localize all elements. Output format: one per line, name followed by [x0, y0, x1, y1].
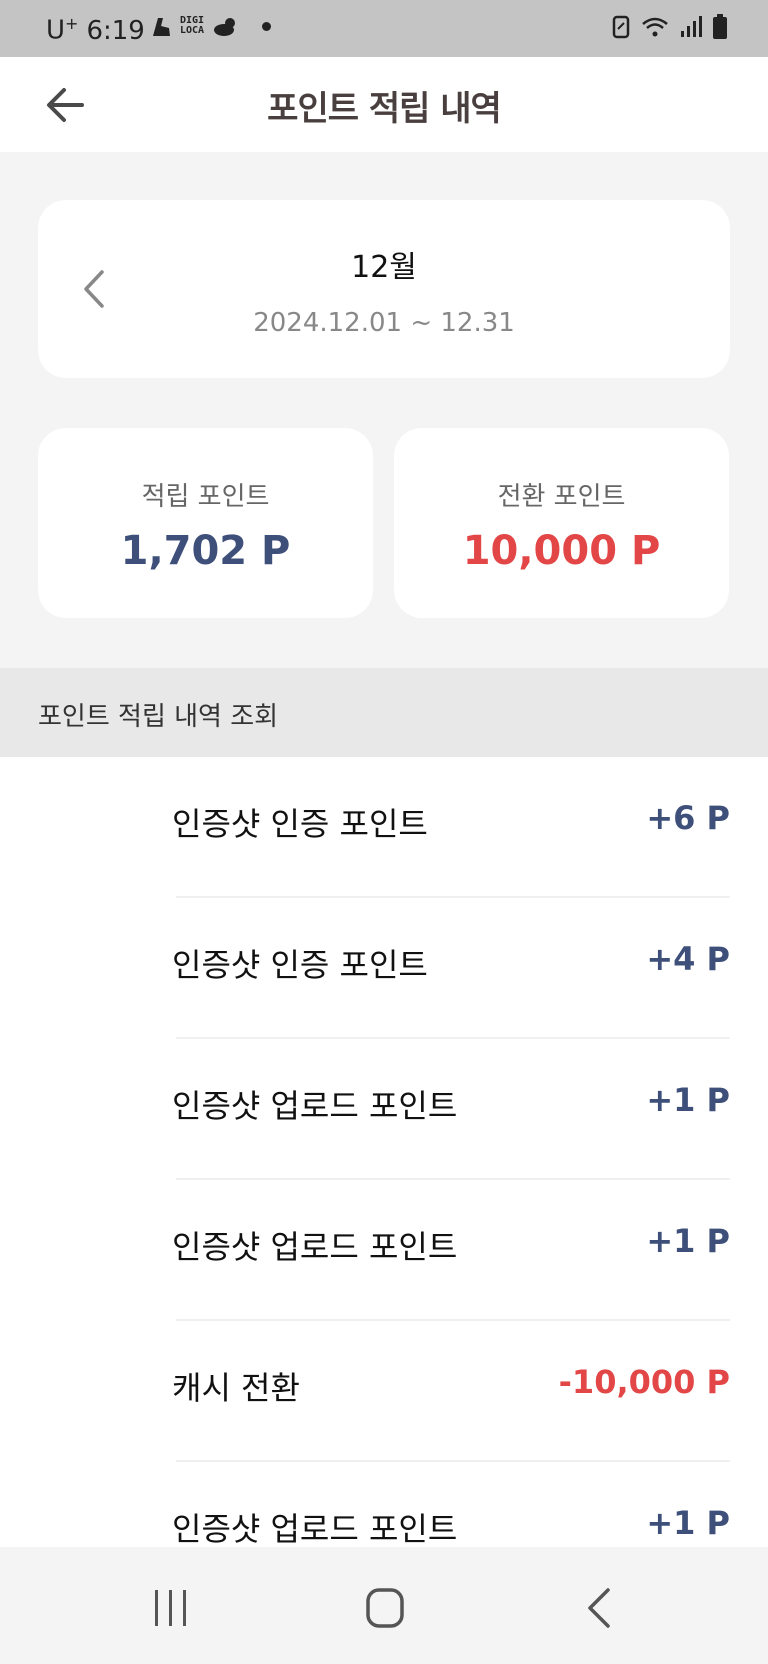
item-label: 캐시 전환 [172, 1369, 300, 1407]
system-nav-bar [0, 1547, 768, 1664]
signal-icon [681, 16, 702, 37]
shoe-icon [153, 18, 170, 36]
clock: 6:19 [86, 15, 145, 46]
status-bar: U+ 6:19 DIGI LOCA [0, 0, 768, 57]
earned-points-card: 적립 포인트 1,702 P [38, 428, 373, 618]
item-label: 인증샷 업로드 포인트 [172, 1087, 458, 1125]
back-icon [588, 1588, 610, 1628]
month-selector-card: 12월 2024.12.01 ~ 12.31 [38, 200, 730, 378]
carrier-label: U [46, 15, 66, 46]
list-item[interactable]: 인증샷 업로드 포인트 +1 P [0, 1039, 768, 1180]
item-amount: +4 P [646, 940, 730, 978]
carrier-plus: + [65, 14, 79, 33]
date-range: 2024.12.01 ~ 12.31 [253, 308, 515, 338]
notification-icons: DIGI LOCA [150, 14, 272, 38]
section-title: 포인트 적립 내역 조회 [38, 702, 279, 732]
system-icons [612, 14, 728, 40]
list-item[interactable]: 인증샷 업로드 포인트 +1 P [0, 1180, 768, 1321]
item-amount: +6 P [646, 799, 730, 837]
carrier-time: U+ 6:19 [46, 14, 145, 46]
converted-points-value: 10,000 P [462, 528, 661, 574]
digi-loca-badge: DIGI LOCA [180, 16, 204, 36]
history-list[interactable]: 인증샷 인증 포인트 +6 P 인증샷 인증 포인트 +4 P 인증샷 업로드 … [0, 757, 768, 1547]
recent-apps-icon [155, 1590, 186, 1626]
nav-back-button[interactable] [572, 1583, 632, 1633]
list-item[interactable]: 인증샷 인증 포인트 +6 P [0, 757, 768, 898]
month-label: 12월 [351, 250, 417, 285]
earned-points-value: 1,702 P [120, 528, 291, 574]
page-title: 포인트 적립 내역 [267, 89, 502, 129]
converted-points-card: 전환 포인트 10,000 P [394, 428, 729, 618]
item-amount: +1 P [646, 1504, 730, 1542]
item-amount: -10,000 P [558, 1363, 730, 1401]
earned-points-label: 적립 포인트 [141, 482, 270, 512]
app-header: 포인트 적립 내역 [0, 57, 768, 152]
list-item[interactable]: 인증샷 인증 포인트 +4 P [0, 898, 768, 1039]
item-amount: +1 P [646, 1081, 730, 1119]
battery-icon [713, 14, 727, 39]
list-item[interactable]: 캐시 전환 -10,000 P [0, 1321, 768, 1462]
home-icon [366, 1588, 404, 1628]
history-section-header: 포인트 적립 내역 조회 [0, 668, 768, 757]
weather-icon [214, 18, 236, 36]
list-item[interactable]: 인증샷 업로드 포인트 +1 P [0, 1462, 768, 1547]
item-label: 인증샷 업로드 포인트 [172, 1510, 458, 1547]
nfc-icon [612, 15, 630, 39]
item-label: 인증샷 인증 포인트 [172, 946, 428, 984]
recent-apps-button[interactable] [141, 1583, 201, 1633]
loca-text: LOCA [180, 25, 205, 36]
wifi-icon [642, 17, 668, 37]
more-notifications-dot [262, 21, 272, 31]
item-amount: +1 P [646, 1222, 730, 1260]
item-label: 인증샷 업로드 포인트 [172, 1228, 458, 1266]
converted-points-label: 전환 포인트 [497, 482, 626, 512]
home-button[interactable] [356, 1583, 416, 1633]
item-label: 인증샷 인증 포인트 [172, 805, 428, 843]
